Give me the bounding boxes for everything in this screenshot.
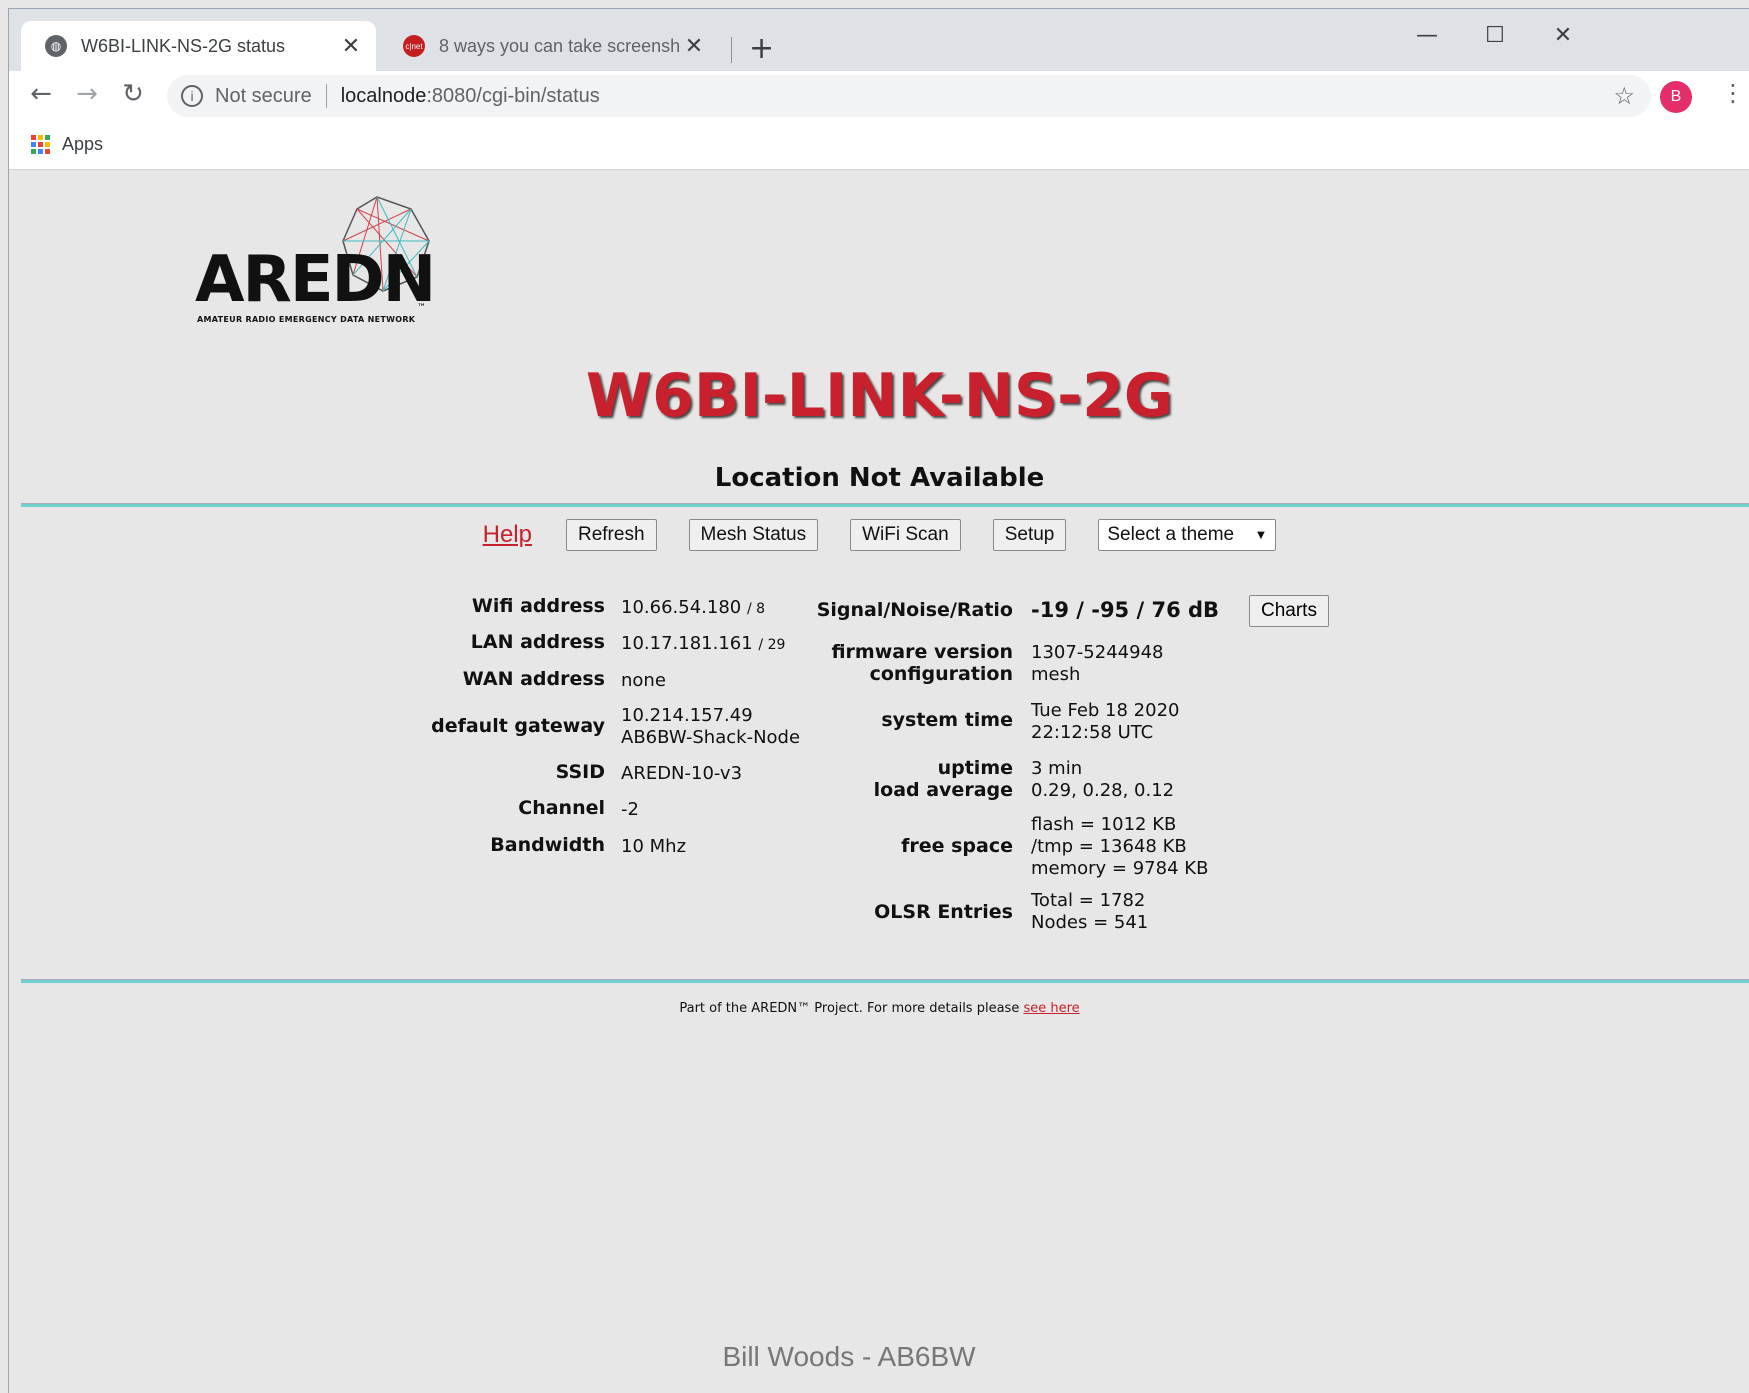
olsr-nodes: Nodes = 541 [1031, 912, 1149, 933]
configuration-value: mesh [1031, 664, 1081, 685]
wifi-address-value: 10.66.54.180 / 8 [621, 597, 765, 620]
free-space-label: free space [901, 835, 1013, 857]
url-host: localnode [340, 84, 427, 107]
apps-shortcut[interactable]: Apps [31, 134, 103, 155]
system-time-clock: 22:12:58 UTC [1031, 722, 1154, 743]
url-path: :8080/cgi-bin/status [426, 84, 600, 107]
tab-title: W6BI-LINK-NS-2G status [81, 35, 286, 56]
olsr-total: Total = 1782 [1031, 890, 1146, 911]
page-content: AREDN ™ AMATEUR RADIO EMERGENCY DATA NET… [9, 171, 1749, 1393]
ssid-label: SSID [555, 761, 605, 783]
node-nav-bar: Help Refresh Mesh Status WiFi Scan Setup… [9, 519, 1749, 551]
maximize-icon[interactable]: ☐ [1475, 23, 1515, 48]
bottom-divider [21, 979, 1749, 983]
theme-select[interactable]: Select a theme ▼ [1098, 519, 1277, 551]
reload-icon[interactable]: ↻ [115, 79, 151, 109]
see-here-link[interactable]: see here [1023, 1001, 1079, 1016]
aredn-logo: AREDN ™ AMATEUR RADIO EMERGENCY DATA NET… [195, 193, 445, 324]
tab-separator [731, 37, 732, 63]
channel-value: -2 [621, 799, 639, 820]
apps-grid-icon [31, 135, 50, 154]
uptime-label: uptime [937, 757, 1013, 779]
wifi-ip: 10.66.54.180 [621, 597, 742, 618]
location-text: Location Not Available [714, 463, 1045, 493]
charts-button[interactable]: Charts [1249, 595, 1329, 627]
info-icon[interactable]: i [181, 85, 203, 107]
default-gateway-ip: 10.214.157.49 [621, 705, 753, 726]
free-space-memory: memory = 9784 KB [1031, 858, 1209, 879]
bookmarks-bar: Apps [9, 123, 1749, 170]
default-gateway-label: default gateway [431, 715, 605, 737]
browser-window: ◍ W6BI-LINK-NS-2G status ✕ c|net 8 ways … [8, 8, 1749, 1393]
snr-label: Signal/Noise/Ratio [816, 599, 1013, 621]
logo-wordmark: AREDN [195, 243, 436, 317]
wifi-scan-button[interactable]: WiFi Scan [850, 519, 961, 551]
wan-address-label: WAN address [462, 668, 605, 690]
top-divider [21, 503, 1749, 507]
chevron-down-icon: ▼ [1254, 527, 1268, 542]
free-space-tmp: /tmp = 13648 KB [1031, 836, 1187, 857]
channel-label: Channel [518, 797, 605, 819]
wifi-address-label: Wifi address [471, 595, 605, 617]
ssid-value: AREDN-10-v3 [621, 763, 743, 784]
setup-button[interactable]: Setup [992, 519, 1067, 551]
address-bar[interactable]: i Not secure localnode :8080/cgi-bin/sta… [167, 75, 1651, 117]
trademark: ™ [417, 303, 426, 313]
security-status: Not secure [215, 84, 312, 107]
firmware-version-label: firmware version [831, 641, 1013, 663]
tab-title: 8 ways you can take screenshots [439, 35, 681, 56]
bookmark-star-icon[interactable]: ☆ [1613, 82, 1635, 111]
profile-avatar[interactable]: B [1660, 81, 1692, 113]
configuration-label: configuration [869, 663, 1013, 685]
load-average-value: 0.29, 0.28, 0.12 [1031, 780, 1175, 801]
lan-address-value: 10.17.181.161 / 29 [621, 633, 785, 656]
refresh-button[interactable]: Refresh [565, 519, 657, 551]
minimize-icon[interactable]: — [1407, 23, 1447, 48]
wifi-mask: / 8 [746, 601, 766, 617]
olsr-entries-label: OLSR Entries [874, 901, 1013, 923]
logo-tagline: AMATEUR RADIO EMERGENCY DATA NETWORK [197, 315, 416, 324]
close-window-icon[interactable]: ✕ [1543, 23, 1583, 48]
theme-select-value: Select a theme [1107, 524, 1235, 545]
close-tab-icon[interactable]: ✕ [338, 33, 364, 59]
forward-arrow-icon[interactable]: → [69, 79, 105, 109]
new-tab-button[interactable]: + [749, 31, 774, 66]
tab-cnet-screenshots[interactable]: c|net 8 ways you can take screenshots ✕ [379, 21, 719, 71]
page-footer: Part of the AREDN™ Project. For more det… [9, 1001, 1749, 1016]
kebab-menu-icon[interactable]: ⋮ [1721, 79, 1745, 107]
lan-mask: / 29 [758, 637, 786, 653]
cnet-favicon-icon: c|net [403, 35, 425, 57]
node-name-title: W6BI-LINK-NS-2G [585, 361, 1174, 431]
snr-value: -19 / -95 / 76 dB [1031, 598, 1220, 622]
lan-address-label: LAN address [470, 631, 605, 653]
apps-label: Apps [62, 134, 104, 154]
wan-address-value: none [621, 670, 666, 691]
globe-icon: ◍ [45, 35, 67, 57]
bandwidth-label: Bandwidth [490, 834, 605, 856]
system-time-label: system time [881, 709, 1013, 731]
footer-text: Part of the AREDN™ Project. For more det… [679, 1001, 1020, 1016]
back-arrow-icon[interactable]: ← [23, 79, 59, 109]
omnibox-divider [325, 84, 327, 108]
firmware-version-value: 1307-5244948 [1031, 642, 1164, 663]
mesh-status-button[interactable]: Mesh Status [688, 519, 819, 551]
help-link[interactable]: Help [483, 521, 532, 549]
bandwidth-value: 10 Mhz [621, 836, 687, 857]
system-time-date: Tue Feb 18 2020 [1031, 700, 1180, 721]
load-average-label: load average [873, 779, 1013, 801]
close-tab-icon[interactable]: ✕ [681, 33, 707, 59]
free-space-flash: flash = 1012 KB [1031, 814, 1177, 835]
author-credit: Bill Woods - AB6BW [722, 1341, 976, 1372]
browser-toolbar: ← → ↻ i Not secure localnode :8080/cgi-b… [9, 71, 1749, 123]
tab-aredn-status[interactable]: ◍ W6BI-LINK-NS-2G status ✕ [21, 21, 376, 71]
uptime-value: 3 min [1031, 758, 1083, 779]
default-gateway-name: AB6BW-Shack-Node [621, 727, 801, 748]
lan-ip: 10.17.181.161 [621, 633, 753, 654]
tab-strip: ◍ W6BI-LINK-NS-2G status ✕ c|net 8 ways … [9, 9, 1749, 71]
